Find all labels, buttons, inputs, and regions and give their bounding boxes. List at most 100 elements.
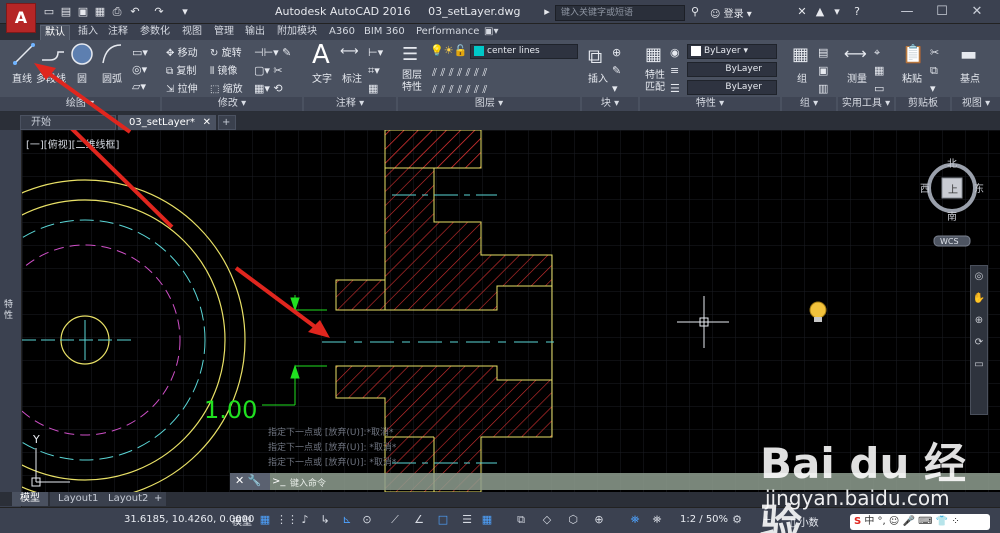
- properties-palette-strip[interactable]: 特性: [0, 130, 22, 510]
- tab-drawing[interactable]: 03_setLayer* ✕: [118, 115, 216, 130]
- ime-toolbar[interactable]: S 中 °, ☺ 🎤 ⌨ 👕 ⁘: [850, 514, 990, 530]
- circle-tool-label[interactable]: 圆: [77, 70, 87, 85]
- a360-icon[interactable]: ▲: [813, 5, 827, 19]
- layer-dropdown[interactable]: center lines: [470, 44, 578, 59]
- ribbon-options-icon[interactable]: ▣▾: [480, 25, 502, 40]
- lineweight-icon[interactable]: ☰: [460, 513, 474, 527]
- save-icon[interactable]: ▣: [76, 5, 90, 19]
- match-properties-label[interactable]: 特性 匹配: [645, 70, 665, 94]
- wcs-label[interactable]: WCS: [940, 237, 959, 246]
- arc-tool-icon[interactable]: [100, 42, 124, 66]
- viewcube[interactable]: 上 北 南 东 西 WCS: [920, 158, 984, 248]
- stretch-tool[interactable]: ⇲ 拉伸: [166, 80, 198, 95]
- tab-performance[interactable]: Performance: [412, 25, 483, 40]
- redo-icon[interactable]: ↷: [152, 5, 166, 19]
- layer-properties-label[interactable]: 图层 特性: [402, 70, 422, 94]
- viewport-controls[interactable]: [一][俯视][二维线框]: [26, 136, 119, 151]
- lineweight-dropdown[interactable]: ByLayer: [687, 80, 777, 95]
- layer-state-icons[interactable]: 💡☀🔓: [430, 44, 467, 57]
- polyline-tool-label[interactable]: 多段线: [36, 70, 66, 85]
- annotation-visibility-icon[interactable]: ⛯: [628, 513, 642, 527]
- maximize-button[interactable]: ☐: [930, 3, 954, 21]
- annotation-scale[interactable]: 1:2 / 50%: [680, 514, 728, 525]
- add-layout-button[interactable]: +: [150, 492, 167, 506]
- pan-icon[interactable]: ✋: [973, 293, 985, 304]
- object-snap-icon[interactable]: □: [436, 513, 450, 527]
- orbit-icon[interactable]: ⟳: [975, 337, 983, 348]
- transparency-icon[interactable]: ▦: [480, 513, 494, 527]
- circle-tool-icon[interactable]: [70, 42, 94, 66]
- insert-block-icon[interactable]: ⧉: [588, 44, 602, 68]
- dimension-tool-icon[interactable]: ⟷: [340, 44, 359, 59]
- measure-label[interactable]: 测量: [847, 70, 867, 85]
- tab-layout2[interactable]: Layout2: [100, 492, 157, 506]
- panel-title-view[interactable]: 视图 ▾: [952, 97, 1000, 111]
- panel-title-utilities[interactable]: 实用工具 ▾: [838, 97, 894, 111]
- exchange-icon[interactable]: ✕: [795, 5, 809, 19]
- command-line-controls[interactable]: ✕ 🔧: [230, 473, 270, 490]
- panel-title-properties[interactable]: 特性 ▾: [640, 97, 780, 111]
- tab-parametric[interactable]: 参数化: [136, 25, 174, 40]
- model-space-toggle[interactable]: 模型: [232, 513, 252, 528]
- line-tool-icon[interactable]: [12, 42, 36, 66]
- tab-view[interactable]: 视图: [178, 25, 206, 40]
- tab-default[interactable]: 默认: [40, 25, 70, 40]
- viewcube-top-label[interactable]: 上: [948, 184, 958, 196]
- text-tool-label[interactable]: 文字: [312, 70, 332, 85]
- tab-addins[interactable]: 附加模块: [273, 25, 321, 40]
- search-dropdown-icon[interactable]: ▸: [540, 5, 554, 19]
- object-snap-tracking-icon[interactable]: ∠: [412, 513, 426, 527]
- tab-layout1[interactable]: Layout1: [50, 492, 107, 506]
- tab-insert[interactable]: 插入: [74, 25, 102, 40]
- quick-access-dropdown-icon[interactable]: ▾: [178, 5, 192, 19]
- viewcube-west-label[interactable]: 西: [920, 184, 930, 195]
- auto-scale-icon[interactable]: ⛯: [650, 513, 664, 527]
- ucs-status-icon[interactable]: ⬡: [566, 513, 580, 527]
- insert-block-label[interactable]: 插入: [588, 70, 608, 85]
- binoculars-icon[interactable]: ⚲: [688, 5, 702, 19]
- copy-tool[interactable]: ⧉ 复制: [166, 62, 196, 77]
- linetype-dropdown[interactable]: ByLayer: [687, 62, 777, 77]
- viewcube-south-label[interactable]: 南: [947, 210, 957, 223]
- 3d-osnap-icon[interactable]: ◇: [540, 513, 554, 527]
- mirror-tool[interactable]: ⫴ 镜像: [210, 62, 237, 77]
- dropdown-icon[interactable]: ▾: [830, 5, 844, 19]
- base-view-icon[interactable]: ▬: [960, 44, 977, 65]
- dimension-tool-label[interactable]: 标注: [342, 70, 362, 85]
- new-file-icon[interactable]: ▭: [42, 5, 56, 19]
- panel-title-block[interactable]: 块 ▾: [582, 97, 638, 111]
- panel-title-clipboard[interactable]: 剪贴板: [896, 97, 950, 111]
- group-icon[interactable]: ▦: [792, 44, 809, 65]
- ortho-icon[interactable]: ⊾: [340, 513, 354, 527]
- isodraft-icon[interactable]: ⟋: [388, 513, 402, 527]
- save-as-icon[interactable]: ▦: [93, 5, 107, 19]
- workspace-icon[interactable]: ⚙: [730, 513, 744, 527]
- tab-output[interactable]: 输出: [241, 25, 269, 40]
- text-tool-icon[interactable]: A: [312, 42, 330, 68]
- viewcube-north-label[interactable]: 北: [947, 158, 957, 170]
- minimize-button[interactable]: —: [895, 3, 919, 21]
- draw-small-tools[interactable]: ▭▾ ◎▾ ▱▾: [132, 44, 158, 94]
- color-dropdown[interactable]: ByLayer ▾: [687, 44, 777, 59]
- tab-annotate[interactable]: 注释: [104, 25, 132, 40]
- snap-icon[interactable]: ⋮⋮: [276, 513, 298, 527]
- block-tools[interactable]: ⊕ ✎ ▾: [612, 44, 621, 98]
- base-view-label[interactable]: 基点: [960, 70, 980, 85]
- close-button[interactable]: ✕: [965, 3, 989, 21]
- tab-model[interactable]: 模型: [12, 492, 48, 506]
- layer-properties-icon[interactable]: ☰: [402, 44, 418, 65]
- paste-icon[interactable]: 📋: [902, 44, 924, 65]
- tab-start[interactable]: 开始: [20, 115, 116, 130]
- polar-icon[interactable]: ⊙: [360, 513, 374, 527]
- panel-title-draw[interactable]: 绘图 ▾: [0, 97, 160, 111]
- viewcube-east-label[interactable]: 东: [974, 182, 984, 195]
- steering-wheel-icon[interactable]: ◎: [975, 271, 984, 282]
- paste-label[interactable]: 粘贴: [902, 70, 922, 85]
- sogou-icon[interactable]: S: [854, 516, 861, 527]
- close-command-icon[interactable]: ✕: [235, 474, 244, 487]
- polyline-tool-icon[interactable]: [40, 42, 66, 66]
- scale-tool[interactable]: ⬚ 缩放: [210, 80, 243, 95]
- clipboard-tools[interactable]: ✂ ⧉ ▾: [930, 44, 939, 98]
- search-input[interactable]: 键入关键字或短语: [555, 5, 685, 21]
- match-properties-icon[interactable]: ▦: [645, 44, 662, 65]
